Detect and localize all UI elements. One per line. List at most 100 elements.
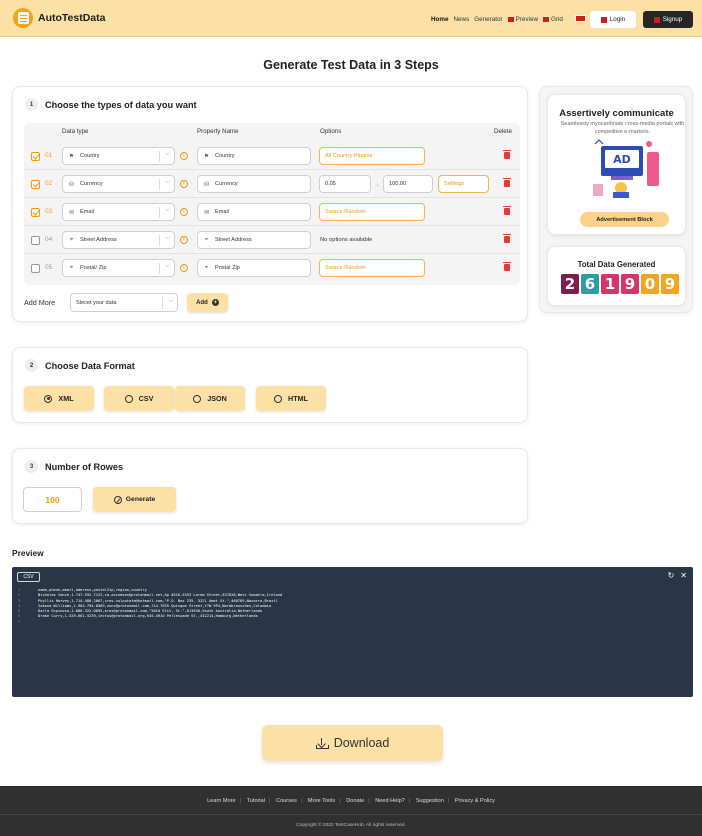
- delete-icon[interactable]: [503, 178, 511, 187]
- currency-icon: ⛁: [203, 181, 210, 188]
- delete-icon[interactable]: [503, 150, 511, 159]
- row-checkbox[interactable]: [31, 236, 40, 245]
- step2-card: 2 Choose Data Format XML CSV JSON HTML: [12, 347, 528, 423]
- generate-button[interactable]: Generate: [93, 487, 176, 512]
- footer-link-privacy[interactable]: Privacy & Policy: [455, 798, 495, 804]
- table-row: 03 ✉ Email ⌵ i ✉ Email Source Random: [24, 198, 520, 226]
- range-separator: →: [374, 182, 380, 188]
- table-row: 04 ⌖ Street Address ⌵ i ⌖ Street Address No…: [24, 226, 520, 254]
- format-csv-option[interactable]: CSV: [104, 386, 174, 411]
- radio-icon: [274, 394, 283, 403]
- col-options: Options: [320, 128, 342, 135]
- format-xml-option[interactable]: XML: [24, 386, 94, 411]
- step1-number: 1: [25, 98, 38, 111]
- property-name-input[interactable]: ⌖ Postal Zip: [197, 259, 311, 277]
- download-button[interactable]: Download: [262, 725, 443, 761]
- nav-news[interactable]: News: [454, 16, 470, 23]
- max-value-input[interactable]: 100.00: [383, 175, 433, 193]
- chevron-down-icon: ⌵: [165, 263, 170, 269]
- info-icon[interactable]: i: [180, 152, 188, 160]
- data-type-select[interactable]: ✉ Email ⌵: [62, 203, 175, 221]
- col-property-name: Property Name: [197, 128, 239, 135]
- footer-link-suggestion[interactable]: Suggestion: [416, 798, 444, 804]
- counter-digit: 6: [581, 274, 599, 294]
- counter-digit: 9: [661, 274, 679, 294]
- footer-link-donate[interactable]: Donate: [346, 798, 364, 804]
- radio-icon: [124, 394, 133, 403]
- row-checkbox[interactable]: [31, 152, 40, 161]
- property-name-input[interactable]: ⚑ Country: [197, 147, 311, 165]
- nav-generator[interactable]: Generator: [474, 16, 502, 23]
- add-data-select[interactable]: Slecet your data ⌵: [70, 293, 178, 312]
- counter-digit: 1: [601, 274, 619, 294]
- ad-title: Assertively communicate: [559, 108, 674, 119]
- data-type-select[interactable]: ⌖ Postal/ Zip ⌵: [62, 259, 175, 277]
- rows-count-input[interactable]: 100: [23, 487, 82, 512]
- delete-icon[interactable]: [503, 234, 511, 243]
- format-tag[interactable]: CSV: [17, 572, 40, 582]
- preview-icon: [507, 17, 514, 22]
- delete-icon[interactable]: [503, 206, 511, 215]
- nav-home[interactable]: Home: [431, 16, 449, 23]
- data-type-select[interactable]: ⛁ Currency ⌵: [62, 175, 175, 193]
- footer-link-learn-more[interactable]: Learn More: [207, 798, 236, 804]
- brand-name[interactable]: AutoTestData: [38, 12, 105, 24]
- nav-preview[interactable]: Preview: [507, 16, 538, 23]
- delete-icon[interactable]: [503, 262, 511, 271]
- info-icon[interactable]: i: [180, 180, 188, 188]
- options-select[interactable]: Source Random: [319, 203, 425, 221]
- close-icon[interactable]: ✕: [680, 571, 687, 580]
- format-json-option[interactable]: JSON: [175, 386, 245, 411]
- info-icon[interactable]: i: [180, 236, 188, 244]
- footer-link-courses[interactable]: Courses: [276, 798, 297, 804]
- advertisement-block-button[interactable]: Advertisement Block: [580, 212, 669, 227]
- step3-card: 3 Number of Rowes 100 Generate: [12, 448, 528, 524]
- row-checkbox[interactable]: [31, 264, 40, 273]
- no-options-text: No options available: [320, 237, 373, 243]
- step3-number: 3: [25, 460, 38, 473]
- login-icon: [600, 16, 607, 23]
- code-line: 6 Drake Curry,1-529-661-5239,lectus@proto…: [18, 614, 258, 619]
- step3-title: Number of Rowes: [45, 461, 124, 472]
- logo-icon[interactable]: [13, 8, 33, 28]
- footer-link-tutorial[interactable]: Tutorial: [247, 798, 265, 804]
- row-index: 03: [45, 208, 53, 215]
- row-checkbox[interactable]: [31, 180, 40, 189]
- data-type-table: Data type Property Name Options Delete 0…: [24, 123, 520, 285]
- chevron-down-icon: ⌵: [165, 179, 170, 185]
- info-icon[interactable]: i: [180, 264, 188, 272]
- col-data-type: Data type: [62, 128, 89, 135]
- total-data-card: Total Data Generated 2 6 1 9 0 9: [547, 246, 686, 306]
- property-name-input[interactable]: ✉ Email: [197, 203, 311, 221]
- info-icon[interactable]: i: [180, 208, 188, 216]
- options-select[interactable]: Source Random: [319, 259, 425, 277]
- step1-header: 1 Choose the types of data you want: [25, 98, 197, 111]
- signup-button[interactable]: Signup: [643, 11, 693, 28]
- chevron-down-icon: ⌵: [165, 235, 170, 241]
- footer-link-more-tools[interactable]: More Tools: [308, 798, 335, 804]
- preview-title: Preview: [12, 548, 44, 558]
- refresh-icon[interactable]: ↻: [668, 571, 675, 580]
- chevron-down-icon: ⌵: [168, 298, 173, 304]
- settings-button[interactable]: Settings: [438, 175, 489, 193]
- footer-link-need-help[interactable]: Need Help?: [375, 798, 405, 804]
- property-name-input[interactable]: ⌖ Street Address: [197, 231, 311, 249]
- add-button[interactable]: Add +: [187, 293, 228, 312]
- row-checkbox[interactable]: [31, 208, 40, 217]
- counter-digit: 9: [621, 274, 639, 294]
- data-type-select[interactable]: ⌖ Street Address ⌵: [62, 231, 175, 249]
- format-html-option[interactable]: HTML: [256, 386, 326, 411]
- flag-icon: ⚑: [68, 153, 75, 160]
- advertisement-illustration-icon: AD: [593, 139, 659, 198]
- property-name-input[interactable]: ⛁ Currency: [197, 175, 311, 193]
- signup-icon: [653, 16, 660, 23]
- data-type-select[interactable]: ⚑ Country ⌵: [62, 147, 175, 165]
- options-select[interactable]: All Country Plugins: [319, 147, 425, 165]
- min-value-input[interactable]: 0.05: [319, 175, 371, 193]
- login-button[interactable]: Login: [590, 11, 636, 28]
- nav-grid[interactable]: Grid: [543, 16, 563, 23]
- radio-selected-icon: [44, 394, 53, 403]
- preview-editor[interactable]: CSV ↻ ✕ 1 name,phone,email,address,postal…: [12, 567, 693, 697]
- step2-title: Choose Data Format: [45, 360, 135, 371]
- language-flag-icon[interactable]: [575, 15, 586, 22]
